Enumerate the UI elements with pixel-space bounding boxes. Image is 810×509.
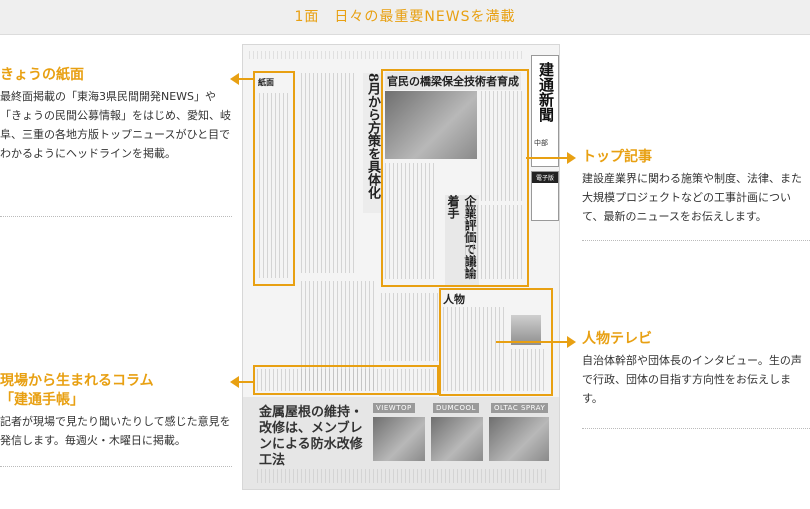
arrow-kyou: [238, 78, 254, 80]
section-body: 記者が現場で見たり聞いたりして感じた意見を発信します。毎週火・木曜日に掲載。: [0, 415, 231, 447]
section-kentsu-techo: 現場から生まれるコラム 「建通手帳」 記者が現場で見たり聞いたりして感じた意見を…: [0, 372, 232, 450]
divider: [0, 466, 232, 467]
section-body: 最終面掲載の「東海3県民間開発NEWS」や「きょうの民間公募情報」をはじめ、愛知…: [0, 90, 231, 160]
column-text: [257, 369, 435, 391]
section-body: 自治体幹部や団体長のインタビュー。生の声で行政、団体の目指す方向性をお伝えします…: [582, 354, 802, 405]
kyou-label: 紙面: [258, 77, 274, 87]
article-text: [385, 163, 437, 279]
headline-left: 8月から方策を具体化: [363, 73, 382, 213]
ad-product-1: VIEWTOP: [373, 403, 415, 413]
arrow-jinbutsu: [496, 341, 568, 343]
section-top-kiji: トップ記事 建設産業界に関わる施策や制度、法律、また大規模プロジェクトなどの工事…: [582, 148, 810, 226]
header-title: 1面 日々の最重要NEWSを満載: [294, 9, 516, 25]
ad-image: [373, 417, 425, 461]
section-title: 現場から生まれるコラム: [0, 373, 154, 389]
ad-footer-text: [257, 469, 547, 483]
article-text: [465, 205, 525, 279]
section-kyou-no-shimen: きょうの紙面 最終面掲載の「東海3県民間開発NEWS」や「きょうの民間公募情報」…: [0, 66, 232, 163]
section-title: トップ記事: [582, 149, 652, 165]
masthead: 建通新聞 中部: [531, 55, 559, 167]
article-text: [301, 73, 357, 273]
ad-image: [489, 417, 549, 461]
arrow-kentsu: [238, 381, 254, 383]
ad-product-2: DUMCOOL: [433, 403, 479, 413]
page-header: 1面 日々の最重要NEWSを満載: [0, 0, 810, 35]
divider: [582, 240, 810, 241]
paper-top-strip: [249, 51, 523, 59]
section-title-sub: 「建通手帳」: [0, 392, 84, 408]
masthead-title: 建通新聞: [537, 62, 555, 122]
section-body: 建設産業界に関わる施策や制度、法律、また大規模プロジェクトなどの工事計画について…: [582, 172, 802, 223]
headline-top: 官民の橋梁保全技術者育成: [385, 72, 521, 90]
arrow-head-icon: [230, 376, 239, 388]
newspaper-front-page: 建通新聞 中部 電子版 紙面 8月から方策を具体化 官民の橋梁保全技術者育成 企…: [242, 44, 560, 490]
arrow-head-icon: [230, 73, 239, 85]
article-text: [381, 293, 441, 361]
section-jinbutsu-tv: 人物テレビ 自治体幹部や団体長のインタビュー。生の声で行政、団体の目指す方向性を…: [582, 330, 810, 408]
ad-image: [431, 417, 483, 461]
arrow-head-icon: [567, 336, 576, 348]
jinbutsu-label: 人物: [443, 293, 465, 306]
article-text: [481, 91, 525, 201]
digital-edition-badge: 電子版: [531, 171, 559, 221]
article-text: [443, 307, 505, 391]
section-title: きょうの紙面: [0, 67, 84, 83]
section-title: 人物テレビ: [582, 331, 652, 347]
divider: [0, 216, 232, 217]
divider: [582, 428, 810, 429]
ad-product-3: OLTAC SPRAY: [491, 403, 549, 413]
ad-headline: 金属屋根の維持・改修は、メンブレンによる防水改修工法: [259, 405, 364, 468]
arrow-head-icon: [567, 152, 576, 164]
article-text: [511, 349, 547, 391]
advertisement: 金属屋根の維持・改修は、メンブレンによる防水改修工法 VIEWTOP DUMCO…: [243, 397, 559, 489]
top-story-photo: [385, 91, 477, 159]
arrow-top: [526, 157, 568, 159]
kyou-text: [259, 93, 289, 278]
edition-label: 中部: [534, 139, 548, 147]
